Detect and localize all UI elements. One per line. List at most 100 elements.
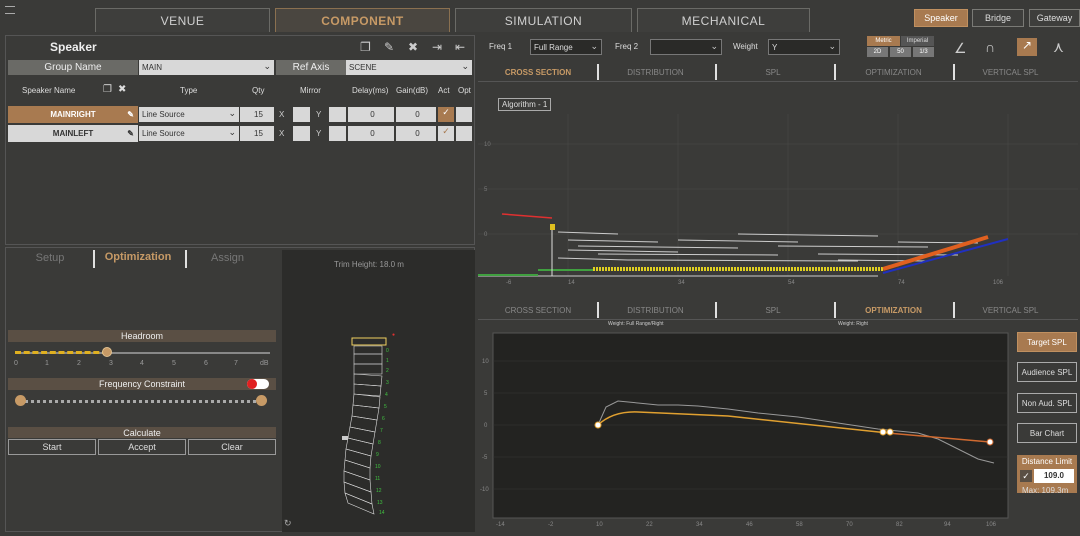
non-aud-spl-button[interactable]: Non Aud. SPL <box>1017 393 1077 413</box>
export-icon[interactable]: ⇤ <box>455 40 465 54</box>
pencil-icon[interactable]: ✎ <box>127 129 134 138</box>
bridge-button[interactable]: Bridge <box>972 9 1024 27</box>
gain-input[interactable]: 0 <box>396 126 436 141</box>
tab-cross-section[interactable]: CROSS SECTION <box>488 68 588 77</box>
mirror-x-checkbox[interactable] <box>293 126 310 141</box>
target-point-mid[interactable] <box>879 428 887 436</box>
gain-value: 0 <box>415 110 420 119</box>
target-point-mid2[interactable] <box>886 428 894 436</box>
type-select[interactable]: Line Source ⌄ <box>139 126 239 141</box>
opt-checkbox[interactable] <box>456 107 472 122</box>
x-tick: -2 <box>548 522 554 528</box>
optimization-plot: 10 5 0 -5 -10 -14 -2 10 22 34 46 58 70 8… <box>480 332 1009 528</box>
speaker-button[interactable]: Speaker <box>914 9 968 27</box>
target-point-start[interactable] <box>594 421 602 429</box>
imperial-button[interactable]: Imperial <box>901 36 934 46</box>
delay-input[interactable]: 0 <box>348 107 394 122</box>
freq1-select[interactable]: Full Range ⌄ <box>530 39 602 55</box>
svg-text:11: 11 <box>375 476 380 482</box>
svg-text:8: 8 <box>378 440 381 446</box>
frequency-slider-handle-high[interactable] <box>256 395 267 406</box>
distance-limit-input[interactable]: 109.0 <box>1034 469 1074 483</box>
mirror-y-checkbox[interactable] <box>329 126 346 141</box>
mirror-y: Y <box>316 110 322 119</box>
add-speaker-icon[interactable]: ❐ <box>103 84 112 95</box>
delay-input[interactable]: 0 <box>348 126 394 141</box>
mode-2d-button[interactable]: 2D <box>867 47 888 57</box>
start-button[interactable]: Start <box>8 439 96 455</box>
tab-assign[interactable]: Assign <box>200 252 255 264</box>
chart-icon[interactable]: ↗ <box>1017 38 1037 56</box>
mirror-y-checkbox[interactable] <box>329 107 346 122</box>
frequency-constraint-toggle[interactable] <box>247 379 269 389</box>
distance-limit-checkbox[interactable]: ✓ <box>1020 470 1032 482</box>
tab-cross-section-lower[interactable]: CROSS SECTION <box>488 306 588 315</box>
speaker-name-cell[interactable]: MAINRIGHT ✎ <box>8 106 138 123</box>
svg-text:0: 0 <box>386 348 389 354</box>
tab-component[interactable]: COMPONENT <box>275 8 450 32</box>
tab-spl-lower[interactable]: SPL <box>728 306 818 315</box>
active-checkbox[interactable]: ✓ <box>438 126 454 141</box>
type-select[interactable]: Line Source ⌄ <box>139 107 239 122</box>
frequency-slider-track[interactable] <box>20 400 262 403</box>
target-point-end[interactable] <box>986 438 994 446</box>
active-checkbox[interactable]: ✓ <box>438 107 454 122</box>
gain-input[interactable]: 0 <box>396 107 436 122</box>
angle-icon[interactable]: ∠ <box>954 40 967 57</box>
distance-limit-label: Distance Limit <box>1021 457 1073 466</box>
type-value: Line Source <box>142 129 185 138</box>
pencil-icon[interactable]: ✎ <box>127 110 134 119</box>
group-name-select[interactable]: MAIN ⌄ <box>139 60 274 75</box>
tab-mechanical[interactable]: MECHANICAL <box>637 8 810 32</box>
tab-optimization-lower[interactable]: OPTIMIZATION <box>846 306 941 315</box>
tab-spl[interactable]: SPL <box>728 68 818 77</box>
resolution-button[interactable]: 50 <box>890 47 911 57</box>
bar-chart-button[interactable]: Bar Chart <box>1017 423 1077 443</box>
speaker-name-cell[interactable]: MAINLEFT ✎ <box>8 125 138 142</box>
tab-setup[interactable]: Setup <box>20 252 80 264</box>
tab-distribution-lower[interactable]: DISTRIBUTION <box>608 306 703 315</box>
axis-icon[interactable]: ⋏ <box>1053 38 1064 56</box>
frequency-slider-handle-low[interactable] <box>15 395 26 406</box>
tab-venue[interactable]: VENUE <box>95 8 270 32</box>
accept-button[interactable]: Accept <box>98 439 186 455</box>
table-row[interactable]: MAINRIGHT ✎ Line Source ⌄ 15 X Y 0 0 ✓ <box>8 106 472 123</box>
tab-vertical-spl[interactable]: VERTICAL SPL <box>963 68 1058 77</box>
freq2-select[interactable]: ⌄ <box>650 39 722 55</box>
rotate-icon[interactable]: ↻ <box>284 518 292 529</box>
qty-stepper[interactable]: 15 <box>240 126 274 141</box>
delete-icon[interactable]: ✖ <box>408 40 418 54</box>
octave-button[interactable]: 1/3 <box>913 47 934 57</box>
qty-stepper[interactable]: 15 <box>240 107 274 122</box>
delete-speaker-icon[interactable]: ✖ <box>118 84 126 95</box>
x-tick: 34 <box>696 522 703 528</box>
tab-vertical-spl-lower[interactable]: VERTICAL SPL <box>963 306 1058 315</box>
weight-select[interactable]: Y ⌄ <box>768 39 840 55</box>
new-file-icon[interactable]: ❐ <box>360 40 371 54</box>
headroom-tick-7: 7 <box>234 360 238 367</box>
svg-text:1: 1 <box>386 358 389 364</box>
mirror-x-checkbox[interactable] <box>293 107 310 122</box>
import-icon[interactable]: ⇥ <box>432 40 442 54</box>
opt-checkbox[interactable] <box>456 126 472 141</box>
tab-optimization-view[interactable]: OPTIMIZATION <box>846 68 941 77</box>
chevron-down-icon: ⌄ <box>590 41 598 51</box>
menu-icon[interactable] <box>5 6 15 14</box>
edit-icon[interactable]: ✎ <box>384 40 394 54</box>
table-row[interactable]: MAINLEFT ✎ Line Source ⌄ 15 X Y 0 0 ✓ <box>8 125 472 142</box>
headroom-tick-1: 1 <box>45 360 49 367</box>
clear-button[interactable]: Clear <box>188 439 276 455</box>
tab-distribution[interactable]: DISTRIBUTION <box>608 68 703 77</box>
headroom-slider-handle[interactable] <box>102 347 112 357</box>
audience-spl-button[interactable]: Audience SPL <box>1017 362 1077 382</box>
tab-optimization[interactable]: Optimization <box>98 251 178 263</box>
target-spl-button[interactable]: Target SPL <box>1017 332 1077 352</box>
toggle-knob <box>247 379 257 389</box>
ref-axis-select[interactable]: SCENE ⌄ <box>346 60 472 75</box>
gateway-button[interactable]: Gateway <box>1029 9 1080 27</box>
svg-text:13: 13 <box>377 500 383 506</box>
tab-separator <box>597 302 599 318</box>
metric-button[interactable]: Metric <box>867 36 900 46</box>
tab-simulation[interactable]: SIMULATION <box>455 8 632 32</box>
headphones-icon[interactable]: ∩ <box>985 39 995 55</box>
